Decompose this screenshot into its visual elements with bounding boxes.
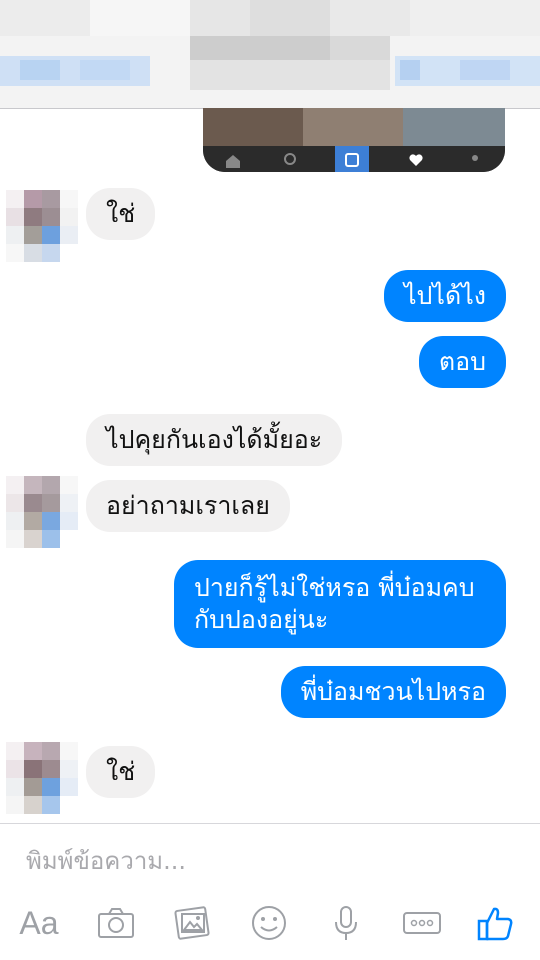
shared-photo-attachment[interactable] <box>203 108 505 172</box>
incoming-message[interactable]: ไปคุยกันเองได้มั้ยอะ <box>86 414 343 466</box>
home-icon <box>226 155 240 168</box>
thumbs-up-icon <box>477 907 513 941</box>
more-icon[interactable] <box>399 900 445 946</box>
heart-icon <box>409 154 423 166</box>
photo-preview <box>203 108 505 146</box>
incoming-message[interactable]: อย่าถามเราเลย <box>86 480 290 532</box>
profile-icon <box>472 155 478 161</box>
photo-app-toolbar <box>203 146 505 172</box>
like-icon[interactable] <box>472 900 518 946</box>
camera-icon-glyph <box>98 908 134 938</box>
incoming-message[interactable]: ใช่ <box>86 188 156 240</box>
gallery-icon-glyph <box>174 906 210 940</box>
contact-avatar[interactable] <box>6 190 78 262</box>
camera-icon[interactable] <box>93 900 139 946</box>
text-format-icon[interactable]: Aa <box>16 900 62 946</box>
microphone-icon-glyph <box>335 906 357 940</box>
outgoing-message[interactable]: ไปได้ไง <box>383 270 506 322</box>
search-icon <box>284 153 296 165</box>
microphone-icon[interactable] <box>323 900 369 946</box>
incoming-message[interactable]: ใช่ <box>86 746 156 798</box>
text-format-label: Aa <box>19 904 59 941</box>
contact-avatar[interactable] <box>6 476 78 548</box>
message-line: ปายก็รู้ไม่ใช่หรอ พี่บ๋อมคบ <box>194 573 475 602</box>
smiley-icon <box>252 906 286 940</box>
message-input[interactable]: พิมพ์ข้อความ... <box>26 843 506 879</box>
message-line: กับปองอยู่นะ <box>194 605 329 634</box>
composer-divider <box>0 823 540 824</box>
gallery-icon[interactable] <box>169 900 215 946</box>
camera-app-icon <box>345 153 359 167</box>
contact-avatar[interactable] <box>6 742 78 814</box>
outgoing-message[interactable]: ตอบ <box>418 336 506 388</box>
outgoing-message[interactable]: ปายก็รู้ไม่ใช่หรอ พี่บ๋อมคบ กับปองอยู่นะ <box>174 560 506 648</box>
more-options-icon <box>403 912 441 934</box>
sticker-icon[interactable] <box>246 900 292 946</box>
outgoing-message[interactable]: พี่บ๋อมชวนไปหรอ <box>280 666 506 718</box>
chat-header <box>0 0 540 109</box>
